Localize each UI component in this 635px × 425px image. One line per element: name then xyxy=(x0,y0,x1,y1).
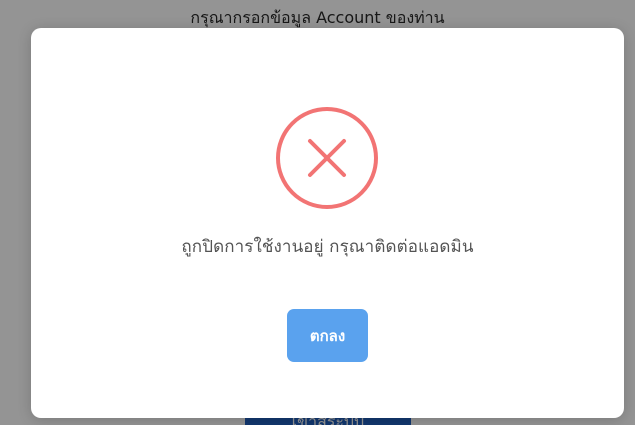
page: กรุณากรอกข้อมูล Account ของท่าน เข้าสู่ร… xyxy=(0,0,635,425)
alert-message: ถูกปิดการใช้งานอยู่ กรุณาติดต่อแอดมิน xyxy=(181,237,474,257)
confirm-button[interactable]: ตกลง xyxy=(287,309,368,362)
alert-modal: ถูกปิดการใช้งานอยู่ กรุณาติดต่อแอดมิน ตก… xyxy=(31,28,624,418)
error-x-circle-icon xyxy=(276,107,378,209)
